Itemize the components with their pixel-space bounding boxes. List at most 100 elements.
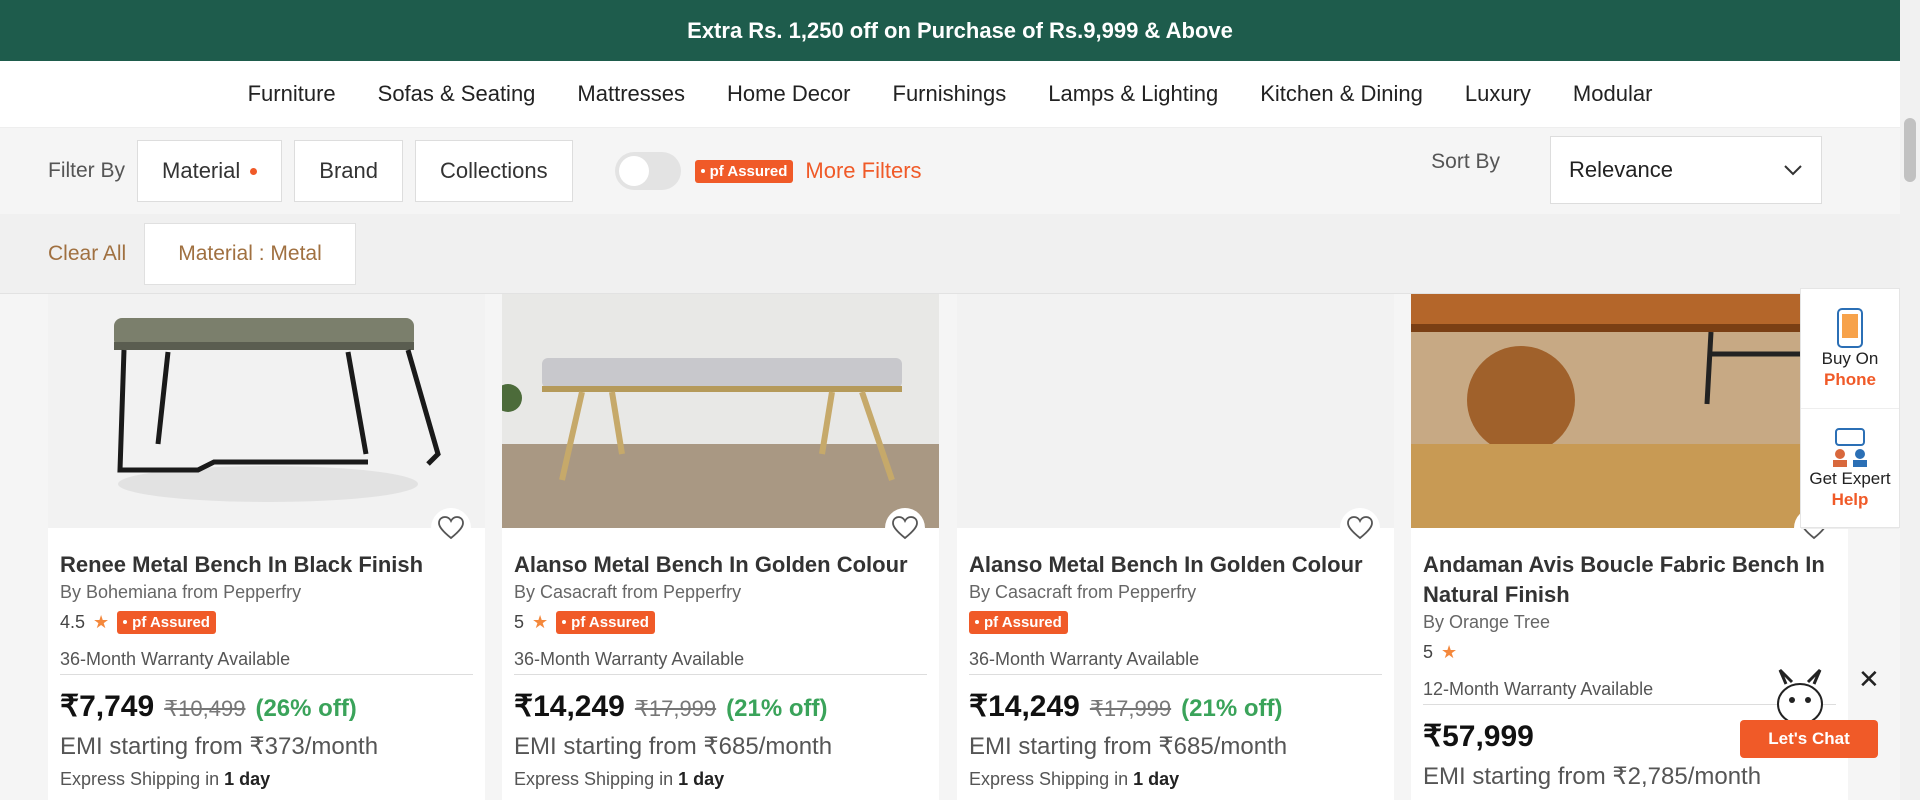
rating-value: 5 — [514, 611, 525, 632]
applied-filter-chip[interactable]: Material : Metal — [144, 222, 356, 285]
buy-on-phone-button[interactable]: Buy On Phone — [1801, 289, 1899, 409]
product-card[interactable]: Renee Metal Bench In Black Finish By Boh… — [48, 294, 485, 800]
emi-text: EMI starting from ₹685/month — [969, 733, 1288, 760]
price-row: ₹14,249 ₹17,999 (21% off) — [969, 689, 1382, 724]
scrollbar-thumb[interactable] — [1904, 118, 1916, 182]
product-brand: By Orange Tree — [1423, 612, 1551, 632]
product-title[interactable]: Renee Metal Bench In Black Finish — [60, 550, 473, 580]
product-rating: pf Assured — [969, 609, 1382, 635]
warranty-text: 36-Month Warranty Available — [969, 649, 1382, 675]
zebra-mascot-icon — [1777, 668, 1823, 725]
nav-furniture[interactable]: Furniture — [248, 81, 336, 107]
product-price: ₹14,249 — [969, 690, 1080, 723]
product-brand: By Bohemiana from Pepperfry — [60, 582, 302, 602]
nav-modular[interactable]: Modular — [1573, 81, 1652, 107]
filter-bar: Filter By Material Brand Collections pf … — [0, 128, 1900, 214]
expert-help-button[interactable]: Get Expert Help — [1801, 409, 1899, 529]
buy-phone-label: Phone — [1824, 369, 1876, 389]
assured-toggle[interactable] — [614, 152, 681, 190]
wishlist-heart-icon[interactable] — [1340, 508, 1380, 548]
applied-filter-label: Material : Metal — [178, 241, 322, 265]
product-grid: Renee Metal Bench In Black Finish By Boh… — [0, 294, 1900, 800]
product-mrp: ₹17,999 — [1089, 696, 1172, 721]
product-title[interactable]: Alanso Metal Bench In Golden Colour — [969, 550, 1382, 580]
nav-sofas-seating[interactable]: Sofas & Seating — [378, 81, 536, 107]
shipping-prefix: Express Shipping in — [969, 769, 1134, 789]
price-row: ₹14,249 ₹17,999 (21% off) — [514, 689, 927, 724]
wishlist-heart-icon[interactable] — [431, 508, 471, 548]
phone-icon — [1837, 307, 1863, 348]
shipping-text: Express Shipping in 1 day — [969, 769, 1382, 790]
side-widget: Buy On Phone Get Expert Help — [1800, 288, 1900, 529]
product-image[interactable] — [502, 294, 939, 528]
main-nav: Furniture Sofas & Seating Mattresses Hom… — [0, 61, 1900, 128]
assured-badge: pf Assured — [694, 159, 794, 183]
star-icon: ★ — [1441, 641, 1458, 662]
lets-chat-button[interactable]: Let's Chat — [1740, 720, 1878, 758]
help-label: Help — [1831, 489, 1869, 509]
applied-filters: Clear All Material : Metal — [0, 214, 1900, 294]
product-price: ₹57,999 — [1423, 720, 1534, 753]
chat-label: Let's Chat — [1768, 729, 1850, 748]
nav-home-decor[interactable]: Home Decor — [727, 81, 850, 107]
product-discount: (21% off) — [726, 695, 828, 722]
wishlist-heart-icon[interactable] — [885, 508, 925, 548]
product-brand: By Casacraft from Pepperfry — [514, 582, 742, 602]
product-price: ₹14,249 — [514, 690, 625, 723]
filter-material-button[interactable]: Material — [137, 140, 283, 202]
sort-value: Relevance — [1569, 157, 1673, 182]
rating-value: 5 — [1423, 641, 1434, 662]
nav-furnishings[interactable]: Furnishings — [893, 81, 1007, 107]
more-filters-link[interactable]: More Filters — [805, 158, 921, 184]
warranty-text: 36-Month Warranty Available — [514, 649, 927, 675]
product-image[interactable] — [1411, 294, 1848, 528]
nav-kitchen-dining[interactable]: Kitchen & Dining — [1260, 81, 1423, 107]
product-card[interactable]: Alanso Metal Bench In Golden Colour By C… — [957, 294, 1394, 800]
scrollbar[interactable] — [1900, 0, 1920, 800]
promo-text: Extra Rs. 1,250 off on Purchase of Rs.9,… — [687, 17, 1233, 43]
filter-label: Filter By — [48, 159, 126, 182]
product-title[interactable]: Alanso Metal Bench In Golden Colour — [514, 550, 927, 580]
product-mrp: ₹10,499 — [164, 696, 246, 721]
star-icon: ★ — [532, 611, 549, 632]
star-icon: ★ — [93, 611, 110, 632]
assured-badge: pf Assured — [117, 610, 216, 634]
sort-select[interactable]: Relevance — [1550, 136, 1822, 204]
shipping-days: 1 day — [1133, 769, 1180, 789]
product-discount: (21% off) — [1181, 695, 1283, 722]
product-title[interactable]: Andaman Avis Boucle Fabric Bench In Natu… — [1423, 550, 1836, 610]
product-card[interactable]: Alanso Metal Bench In Golden Colour By C… — [502, 294, 939, 800]
shipping-days: 1 day — [678, 769, 725, 789]
product-rating: 4.5 ★ pf Assured — [60, 609, 473, 635]
emi-text: EMI starting from ₹373/month — [60, 733, 379, 760]
buy-on-label: Buy On — [1821, 348, 1879, 368]
product-mrp: ₹17,999 — [634, 696, 717, 721]
expert-help-icon — [1833, 427, 1867, 467]
active-filter-dot — [250, 167, 258, 175]
product-image[interactable] — [957, 294, 1394, 528]
shipping-prefix: Express Shipping in — [60, 769, 225, 789]
shipping-prefix: Express Shipping in — [514, 769, 679, 789]
assured-badge: pf Assured — [556, 610, 655, 634]
chevron-down-icon — [1784, 165, 1802, 176]
get-expert-label: Get Expert — [1809, 468, 1891, 488]
warranty-text: 36-Month Warranty Available — [60, 649, 473, 675]
rating-value: 4.5 — [60, 611, 86, 632]
emi-text: EMI starting from ₹685/month — [514, 733, 833, 760]
shipping-text: Express Shipping in 1 day — [60, 769, 473, 790]
clear-all-link[interactable]: Clear All — [48, 242, 126, 266]
product-price: ₹7,749 — [60, 690, 155, 723]
product-image[interactable] — [48, 294, 485, 528]
filter-brand-label: Brand — [319, 158, 378, 183]
filter-collections-button[interactable]: Collections — [414, 140, 573, 202]
close-icon[interactable]: ✕ — [1858, 664, 1880, 695]
product-rating: 5 ★ pf Assured — [514, 609, 927, 635]
nav-lamps-lighting[interactable]: Lamps & Lighting — [1048, 81, 1218, 107]
nav-luxury[interactable]: Luxury — [1465, 81, 1531, 107]
product-rating: 5 ★ — [1423, 639, 1836, 665]
filter-brand-button[interactable]: Brand — [294, 140, 403, 202]
nav-mattresses[interactable]: Mattresses — [577, 81, 685, 107]
shipping-text: Express Shipping in 1 day — [514, 769, 927, 790]
promo-banner[interactable]: Extra Rs. 1,250 off on Purchase of Rs.9,… — [0, 0, 1920, 61]
filter-collections-label: Collections — [439, 158, 548, 183]
